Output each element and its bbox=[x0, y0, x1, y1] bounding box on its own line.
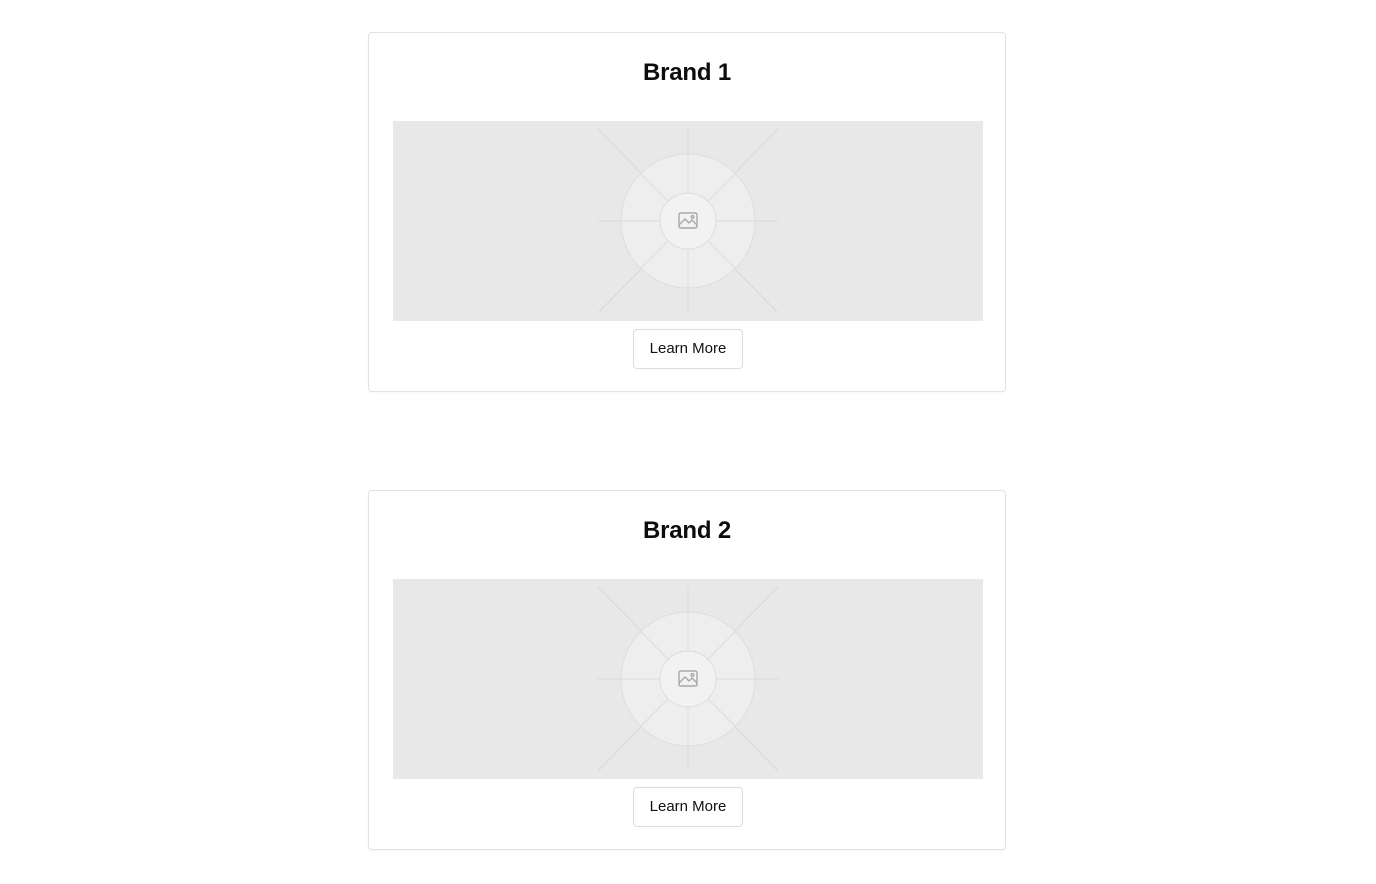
placeholder-graphic bbox=[597, 128, 779, 314]
placeholder-graphic bbox=[597, 586, 779, 772]
image-placeholder bbox=[393, 121, 983, 321]
learn-more-button[interactable]: Learn More bbox=[633, 329, 743, 369]
brand-card: Brand 2 Learn More bbox=[368, 490, 1006, 850]
image-placeholder bbox=[393, 579, 983, 779]
brand-card: Brand 1 Learn More bbox=[368, 32, 1006, 392]
card-title: Brand 1 bbox=[643, 59, 731, 86]
card-title: Brand 2 bbox=[643, 517, 731, 544]
learn-more-button[interactable]: Learn More bbox=[633, 787, 743, 827]
